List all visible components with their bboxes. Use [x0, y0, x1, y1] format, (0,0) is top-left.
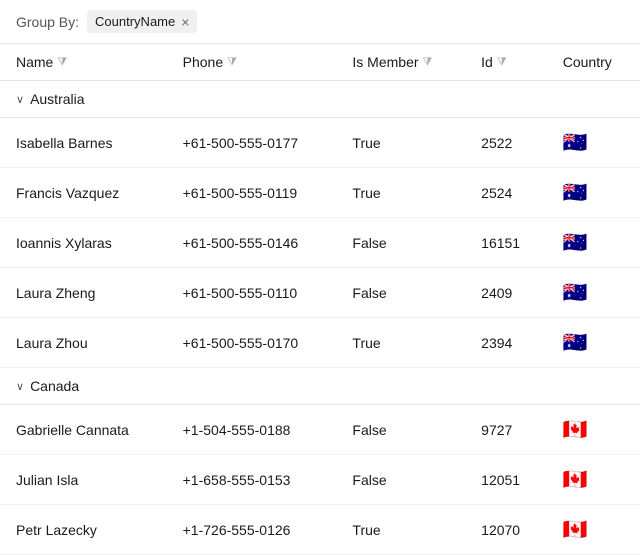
cell-country-flag: 🇨🇦 [547, 405, 640, 455]
toolbar: Group By: CountryName × [0, 0, 640, 44]
cell-country-flag: 🇦🇺 [547, 118, 640, 168]
group-name-label: Canada [30, 378, 79, 394]
table-row: Petr Lazecky +1-726-555-0126 True 12070 … [0, 505, 640, 555]
cell-is-member: True [336, 118, 465, 168]
cell-name: Isabella Barnes [0, 118, 167, 168]
cell-id: 2409 [465, 268, 547, 318]
table-row: Gabrielle Cannata +1-504-555-0188 False … [0, 405, 640, 455]
cell-name: Francis Vazquez [0, 168, 167, 218]
col-header-name: Name ⧩ [0, 44, 167, 81]
cell-name: Julian Isla [0, 455, 167, 505]
group-header-row[interactable]: ∨ Canada [0, 368, 640, 405]
phone-filter-icon[interactable]: ⧩ [227, 56, 237, 69]
table-row: Laura Zheng +61-500-555-0110 False 2409 … [0, 268, 640, 318]
table-row: Julian Isla +1-658-555-0153 False 12051 … [0, 455, 640, 505]
cell-country-flag: 🇨🇦 [547, 505, 640, 555]
cell-id: 16151 [465, 218, 547, 268]
group-name-label: Australia [30, 91, 84, 107]
cell-name: Laura Zheng [0, 268, 167, 318]
cell-is-member: True [336, 168, 465, 218]
col-header-country: Country [547, 44, 640, 81]
cell-is-member: False [336, 455, 465, 505]
cell-phone: +61-500-555-0177 [167, 118, 337, 168]
cell-phone: +1-658-555-0153 [167, 455, 337, 505]
group-header-row[interactable]: ∨ Australia [0, 81, 640, 118]
cell-phone: +1-504-555-0188 [167, 405, 337, 455]
chevron-icon: ∨ [16, 93, 24, 106]
cell-phone: +61-500-555-0119 [167, 168, 337, 218]
cell-is-member: False [336, 218, 465, 268]
cell-id: 2524 [465, 168, 547, 218]
table-container: Name ⧩ Phone ⧩ Is Member ⧩ [0, 44, 640, 555]
group-by-label: Group By: [16, 14, 79, 30]
cell-name: Petr Lazecky [0, 505, 167, 555]
cell-id: 12070 [465, 505, 547, 555]
table-row: Ioannis Xylaras +61-500-555-0146 False 1… [0, 218, 640, 268]
name-filter-icon[interactable]: ⧩ [57, 56, 67, 69]
table-row: Francis Vazquez +61-500-555-0119 True 25… [0, 168, 640, 218]
cell-name: Ioannis Xylaras [0, 218, 167, 268]
col-header-id: Id ⧩ [465, 44, 547, 81]
cell-is-member: False [336, 405, 465, 455]
cell-name: Gabrielle Cannata [0, 405, 167, 455]
chip-close-icon[interactable]: × [181, 15, 189, 29]
cell-is-member: True [336, 505, 465, 555]
cell-phone: +61-500-555-0170 [167, 318, 337, 368]
table-row: Isabella Barnes +61-500-555-0177 True 25… [0, 118, 640, 168]
cell-id: 2394 [465, 318, 547, 368]
data-table: Name ⧩ Phone ⧩ Is Member ⧩ [0, 44, 640, 555]
cell-id: 12051 [465, 455, 547, 505]
cell-phone: +1-726-555-0126 [167, 505, 337, 555]
cell-country-flag: 🇦🇺 [547, 268, 640, 318]
cell-country-flag: 🇦🇺 [547, 168, 640, 218]
cell-phone: +61-500-555-0146 [167, 218, 337, 268]
cell-is-member: True [336, 318, 465, 368]
cell-id: 2522 [465, 118, 547, 168]
cell-country-flag: 🇦🇺 [547, 318, 640, 368]
id-filter-icon[interactable]: ⧩ [497, 56, 507, 69]
cell-country-flag: 🇨🇦 [547, 455, 640, 505]
cell-name: Laura Zhou [0, 318, 167, 368]
table-header-row: Name ⧩ Phone ⧩ Is Member ⧩ [0, 44, 640, 81]
cell-phone: +61-500-555-0110 [167, 268, 337, 318]
table-row: Laura Zhou +61-500-555-0170 True 2394 🇦🇺 [0, 318, 640, 368]
cell-id: 9727 [465, 405, 547, 455]
is-member-filter-icon[interactable]: ⧩ [423, 56, 433, 69]
group-by-chip[interactable]: CountryName × [87, 10, 197, 33]
col-header-is-member: Is Member ⧩ [336, 44, 465, 81]
col-header-phone: Phone ⧩ [167, 44, 337, 81]
chip-label: CountryName [95, 14, 175, 29]
cell-country-flag: 🇦🇺 [547, 218, 640, 268]
chevron-icon: ∨ [16, 380, 24, 393]
cell-is-member: False [336, 268, 465, 318]
